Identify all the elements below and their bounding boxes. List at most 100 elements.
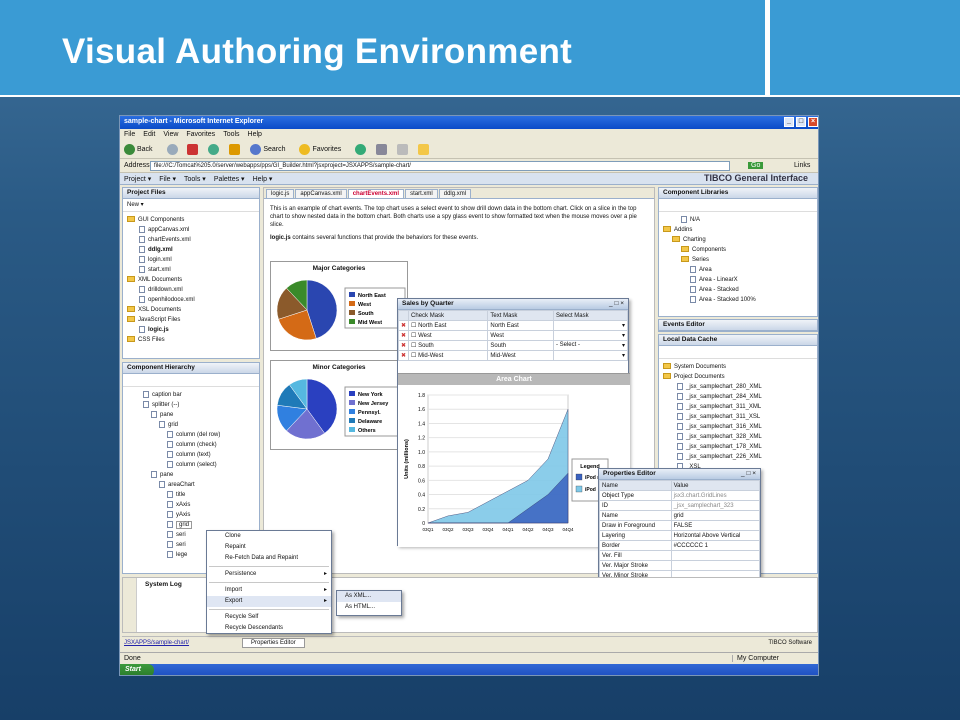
folder-button[interactable] — [418, 144, 431, 155]
cache-item[interactable]: _jsx_samplechart_178_XML — [663, 442, 813, 452]
cache-item[interactable]: Project Documents — [663, 372, 813, 382]
chevron-down-icon[interactable]: ▾ — [622, 332, 625, 339]
submenu-item[interactable]: As XML... — [337, 591, 401, 602]
context-menu-item[interactable]: Export ▸ — [207, 596, 331, 607]
hierarchy-node[interactable]: pane — [127, 470, 255, 480]
cache-item[interactable]: System Documents — [663, 362, 813, 372]
context-menu-item[interactable]: Import ▸ — [207, 585, 331, 596]
tree-item[interactable]: XSL Documents — [127, 305, 255, 315]
select-mask-cell[interactable]: ▾ — [552, 350, 629, 361]
context-menu-item[interactable]: Recycle Descendants — [207, 623, 331, 634]
library-item[interactable]: Area - Stacked — [663, 285, 813, 295]
grid-header-cell[interactable]: Check Mask — [408, 310, 489, 321]
check-mask-cell[interactable]: ☐ South — [408, 340, 489, 351]
app-menu-item[interactable]: Palettes ▾ — [214, 176, 245, 183]
select-mask-cell[interactable]: - Select - ▾ — [552, 340, 629, 351]
dialog-window-buttons[interactable]: _ □ × — [609, 300, 624, 307]
mail-button[interactable] — [376, 144, 389, 155]
editor-tab[interactable]: logic.js — [266, 189, 295, 198]
text-mask-cell[interactable]: Mid-West — [487, 350, 554, 361]
minimize-button[interactable]: _ — [784, 117, 794, 127]
table-row[interactable]: ✖ ☐ South South - Select - ▾ — [397, 340, 629, 351]
print-button[interactable] — [397, 144, 410, 155]
hierarchy-node[interactable]: column (check) — [127, 440, 255, 450]
tree-item[interactable]: openhilodoce.xml — [127, 295, 255, 305]
property-value[interactable]: Horizontal Above Vertical — [670, 530, 761, 541]
stop-button[interactable] — [187, 144, 200, 155]
property-row[interactable]: Object Type jsx3.chart.GridLines — [599, 490, 761, 501]
library-item[interactable]: Area - Stacked 100% — [663, 295, 813, 305]
check-mask-cell[interactable]: ☐ North East — [408, 320, 489, 331]
hierarchy-node[interactable]: column (del row) — [127, 430, 255, 440]
editor-tab[interactable]: chartEvents.xml — [347, 189, 405, 198]
text-mask-cell[interactable]: South — [487, 340, 554, 351]
start-button[interactable]: Start — [120, 664, 154, 675]
check-mask-cell[interactable]: ☐ West — [408, 330, 489, 341]
tree-item[interactable]: start.xml — [127, 265, 255, 275]
grid-header-cell[interactable]: Select Mask — [552, 310, 629, 321]
editor-tab[interactable]: ddlg.xml — [438, 189, 472, 198]
property-row[interactable]: Draw in Foreground FALSE — [599, 520, 761, 531]
app-menu-item[interactable]: Tools ▾ — [184, 176, 206, 183]
delete-row-icon[interactable]: ✖ — [397, 350, 410, 361]
forward-button[interactable] — [166, 144, 180, 155]
grid-header-cell[interactable]: Value — [670, 480, 761, 491]
tree-item[interactable]: ddlg.xml — [127, 245, 255, 255]
home-button[interactable] — [229, 144, 242, 155]
media-button[interactable] — [355, 144, 368, 155]
hierarchy-node[interactable]: pane — [127, 410, 255, 420]
close-button[interactable]: × — [808, 117, 818, 127]
properties-window-buttons[interactable]: _ □ × — [741, 470, 756, 477]
property-row[interactable]: Name grid — [599, 510, 761, 521]
select-mask-cell[interactable]: ▾ — [552, 330, 629, 341]
check-mask-cell[interactable]: ☐ Mid-West — [408, 350, 489, 361]
hierarchy-node[interactable]: column (text) — [127, 450, 255, 460]
ie-menu-item[interactable]: View — [163, 131, 178, 138]
context-menu-item[interactable]: Clone — [207, 531, 331, 542]
cache-item[interactable]: _jsx_samplechart_328_XML — [663, 432, 813, 442]
ie-menu-item[interactable]: Favorites — [186, 131, 215, 138]
ie-menu-item[interactable]: Edit — [143, 131, 155, 138]
ie-menu-item[interactable]: File — [124, 131, 135, 138]
property-value[interactable] — [670, 550, 761, 561]
hierarchy-node[interactable]: grid — [127, 520, 255, 530]
chevron-down-icon[interactable]: ▾ — [622, 352, 625, 359]
hierarchy-node[interactable]: xAxis — [127, 500, 255, 510]
go-button[interactable]: Go — [748, 162, 764, 169]
cache-item[interactable]: _jsx_samplechart_226_XML — [663, 452, 813, 462]
tree-item[interactable]: XML Documents — [127, 275, 255, 285]
property-row[interactable]: Layering Horizontal Above Vertical — [599, 530, 761, 541]
library-item[interactable]: Series — [663, 255, 813, 265]
back-button[interactable]: Back — [124, 144, 159, 155]
cache-item[interactable]: _jsx_samplechart_280_XML — [663, 382, 813, 392]
context-menu-item[interactable]: Repaint — [207, 542, 331, 553]
sales-grid[interactable]: Check Mask Text Mask Select Mask ✖ ☐ North E… — [397, 310, 629, 361]
delete-row-icon[interactable]: ✖ — [397, 330, 410, 341]
hierarchy-node[interactable]: column (select) — [127, 460, 255, 470]
search-button[interactable]: Search — [250, 144, 291, 155]
hierarchy-node[interactable]: splitter (--) — [127, 400, 255, 410]
tree-item[interactable]: GUI Components — [127, 215, 255, 225]
links-button[interactable]: Links — [794, 162, 810, 169]
library-item[interactable]: Components — [663, 245, 813, 255]
minor-categories-chart[interactable]: Minor Categories New York New Jersey Penns… — [270, 360, 408, 450]
hierarchy-node[interactable]: grid — [127, 420, 255, 430]
property-value[interactable]: #CCCCCC 1 — [670, 540, 761, 551]
grid-header-cell[interactable]: Text Mask — [487, 310, 554, 321]
tree-item[interactable]: JavaScript Files — [127, 315, 255, 325]
table-row[interactable]: ✖ ☐ North East North East ▾ — [397, 320, 629, 331]
context-menu-item[interactable]: Persistence ▸ — [207, 569, 331, 580]
app-menu-item[interactable]: File ▾ — [159, 176, 176, 183]
context-menu-item[interactable]: Recycle Self — [207, 612, 331, 623]
property-value[interactable]: grid — [670, 510, 761, 521]
tree-item[interactable]: CSS Files — [127, 335, 255, 345]
app-menu-item[interactable]: Project ▾ — [124, 176, 151, 183]
cache-item[interactable]: _jsx_samplechart_311_XSL — [663, 412, 813, 422]
table-row[interactable]: ✖ ☐ Mid-West Mid-West ▾ — [397, 350, 629, 361]
library-item[interactable]: Area — [663, 265, 813, 275]
editor-tab[interactable]: start.xml — [405, 189, 438, 198]
maximize-button[interactable]: □ — [796, 117, 806, 127]
submenu-item[interactable]: As HTML... — [337, 602, 401, 613]
library-item[interactable]: Addins — [663, 225, 813, 235]
tree-item[interactable]: drilldown.xml — [127, 285, 255, 295]
